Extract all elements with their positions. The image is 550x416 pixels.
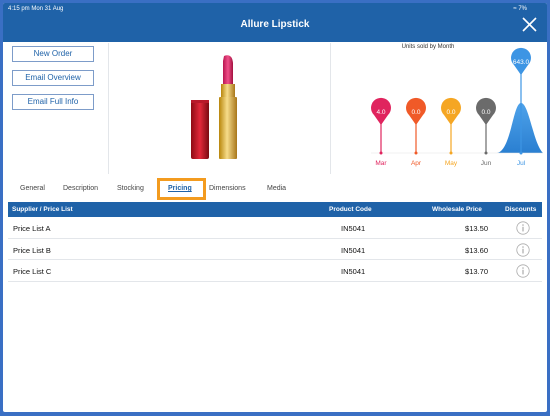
info-icon[interactable] [516, 221, 530, 235]
tab-dimensions[interactable]: Dimensions [209, 185, 246, 192]
close-icon[interactable] [521, 16, 538, 33]
product-code-cell: IN5041 [341, 245, 366, 255]
active-tab-highlight [157, 178, 206, 200]
col-discounts: Discounts [505, 206, 537, 213]
chart-x-tick: Mar [375, 160, 387, 167]
chart-plot: 4.0 Mar 0.0 Apr 0.0 May 0.0 Jun 643.0 Jul [371, 47, 543, 167]
supplier-cell: Price List C [13, 267, 52, 277]
action-buttons: New Order Email Overview Email Full Info [12, 46, 94, 118]
divider [108, 43, 109, 174]
new-order-button[interactable]: New Order [12, 46, 94, 62]
tab-bar: General Description Stocking Pricing Dim… [3, 175, 547, 202]
tab-description[interactable]: Description [63, 185, 98, 192]
chart-data-label: 0.0 [411, 109, 420, 116]
email-full-info-button[interactable]: Email Full Info [12, 94, 94, 110]
table-row[interactable]: Price List B IN5041 $13.60 [8, 239, 542, 261]
product-code-cell: IN5041 [341, 267, 366, 277]
chart-data-label: 4.0 [376, 109, 385, 116]
app-title: Allure Lipstick [240, 19, 310, 30]
tab-stocking[interactable]: Stocking [117, 185, 144, 192]
chart-data-label: 643.0 [513, 59, 530, 66]
chart-point [519, 151, 523, 155]
divider [330, 43, 331, 174]
tab-general[interactable]: General [20, 185, 45, 192]
supplier-cell: Price List A [13, 224, 51, 233]
chart-point [414, 151, 418, 155]
chart-point [449, 151, 453, 155]
status-battery: ≈ 7% [513, 6, 527, 12]
chart-area-series [497, 103, 543, 153]
chart-x-tick: May [445, 160, 458, 167]
table-row[interactable]: Price List A IN5041 $13.50 [8, 217, 542, 239]
price-cell: $13.70 [465, 267, 488, 277]
info-icon[interactable] [516, 243, 530, 257]
product-image [191, 55, 237, 159]
battery-level: 7% [518, 6, 527, 12]
col-product-code: Product Code [329, 206, 372, 213]
supplier-cell: Price List B [13, 245, 51, 255]
price-cell: $13.50 [465, 224, 488, 233]
wifi-icon: ≈ [513, 6, 517, 12]
chart-x-tick: Jul [517, 160, 526, 167]
info-icon[interactable] [516, 264, 530, 278]
table-header: Supplier / Price List Product Code Whole… [8, 202, 542, 217]
chart-x-tick: Apr [411, 160, 422, 167]
status-time-date: 4:15 pm Mon 31 Aug [8, 6, 64, 12]
table-row[interactable]: Price List C IN5041 $13.70 [8, 260, 542, 283]
chart-point [379, 151, 383, 155]
col-supplier: Supplier / Price List [12, 206, 73, 213]
chart-x-tick: Jun [481, 160, 492, 167]
tab-media[interactable]: Media [267, 185, 286, 192]
col-wholesale-price: Wholesale Price [432, 206, 482, 213]
pricing-table: Supplier / Price List Product Code Whole… [8, 202, 542, 283]
product-code-cell: IN5041 [341, 224, 366, 233]
price-cell: $13.60 [465, 245, 488, 255]
chart-data-label: 0.0 [446, 109, 455, 116]
chart-point [484, 151, 488, 155]
units-sold-chart: Units sold by Month 4.0 Mar 0.0 Apr 0.0 May 0.… [333, 41, 547, 173]
app-window: 4:15 pm Mon 31 Aug ≈ 7% Allure Lipstick … [3, 3, 547, 412]
title-bar: 4:15 pm Mon 31 Aug ≈ 7% Allure Lipstick [3, 3, 547, 42]
chart-data-label: 0.0 [481, 109, 490, 116]
email-overview-button[interactable]: Email Overview [12, 70, 94, 86]
